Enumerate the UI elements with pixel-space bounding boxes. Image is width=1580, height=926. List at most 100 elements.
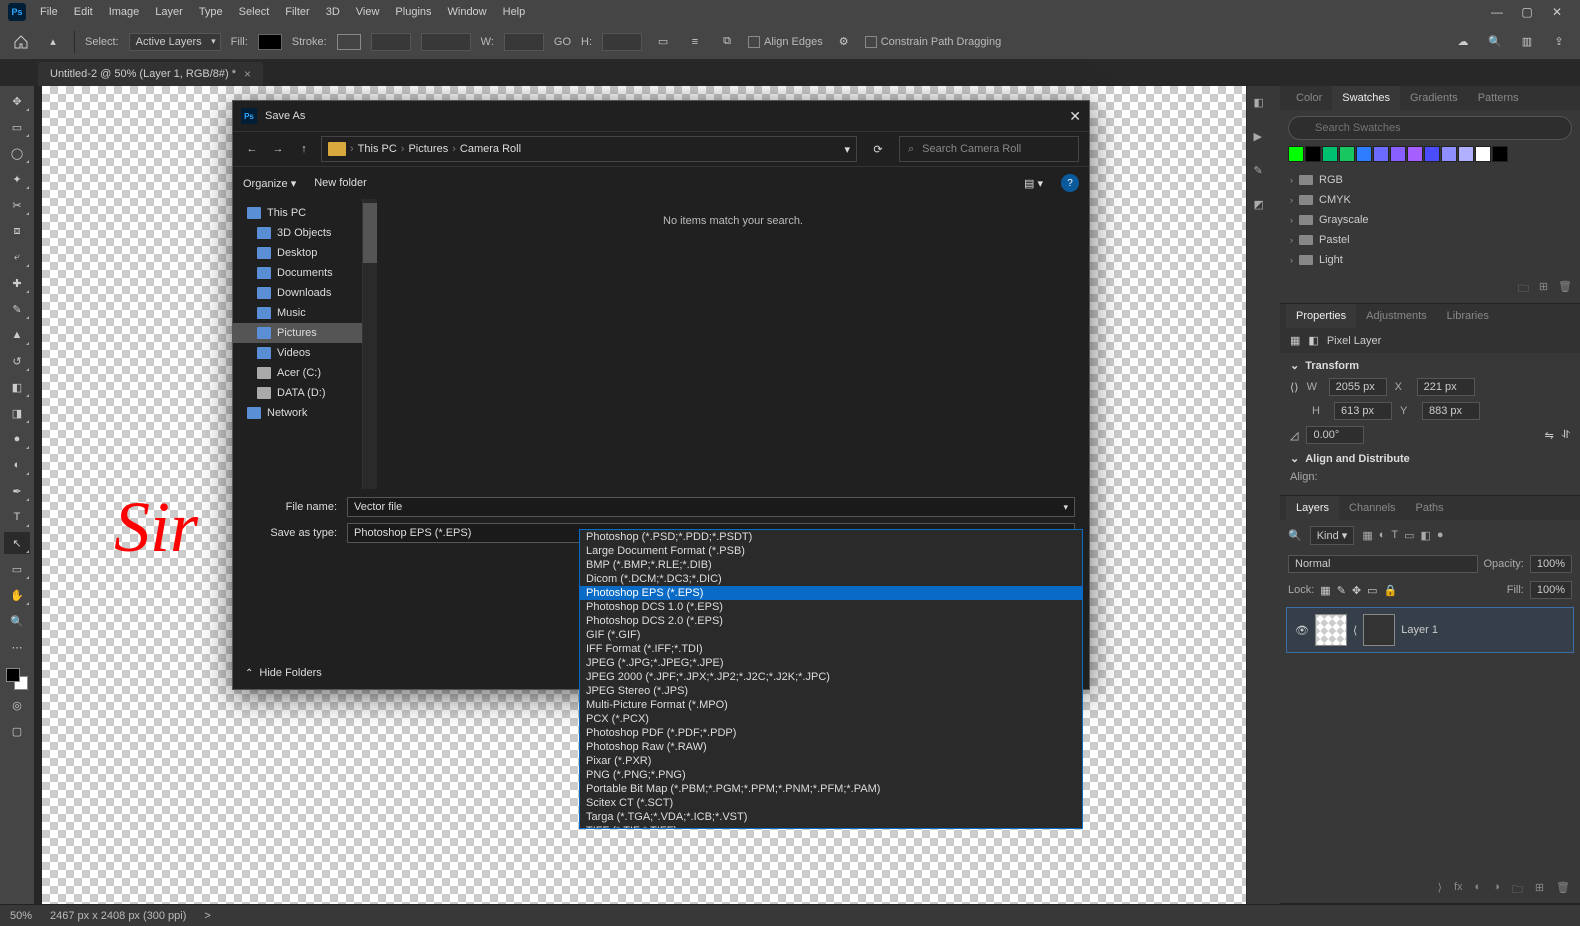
type-option[interactable]: IFF Format (*.IFF;*.TDI) xyxy=(580,642,1082,656)
height-field[interactable] xyxy=(602,33,642,51)
menu-image[interactable]: Image xyxy=(101,2,148,22)
delete-layer-icon[interactable]: 🗑 xyxy=(1556,881,1570,900)
type-option[interactable]: Pixar (*.PXR) xyxy=(580,754,1082,768)
type-option[interactable]: GIF (*.GIF) xyxy=(580,628,1082,642)
flip-v-icon[interactable]: ⥯ xyxy=(1562,429,1570,442)
screenmode-tool[interactable]: ▢ xyxy=(4,720,30,742)
shape-tool[interactable]: ▭ xyxy=(4,558,30,580)
lock-nest-icon[interactable]: ▭ xyxy=(1367,584,1377,597)
swatch-color[interactable] xyxy=(1424,146,1440,162)
swatch-color[interactable] xyxy=(1458,146,1474,162)
healing-tool[interactable]: ✚ xyxy=(4,272,30,294)
arrow-tool-icon[interactable]: ▴ xyxy=(42,31,64,53)
prop-tab-properties[interactable]: Properties xyxy=(1286,304,1356,328)
align-edges-check[interactable]: Align Edges xyxy=(748,36,823,48)
crumb-0[interactable]: This PC xyxy=(358,143,397,155)
menu-plugins[interactable]: Plugins xyxy=(387,2,439,22)
constrain-check[interactable]: Constrain Path Dragging xyxy=(865,36,1001,48)
y-field[interactable]: 883 px xyxy=(1422,402,1480,420)
prop-tab-adjustments[interactable]: Adjustments xyxy=(1356,304,1437,328)
menu-window[interactable]: Window xyxy=(440,2,495,22)
pen-tool[interactable]: ✒ xyxy=(4,480,30,502)
path-ops-icon[interactable]: ▭ xyxy=(652,31,674,53)
swatch-tab-swatches[interactable]: Swatches xyxy=(1332,86,1400,110)
angle-field[interactable]: 0.00° xyxy=(1306,426,1364,444)
height-field[interactable]: 613 px xyxy=(1334,402,1392,420)
align-icon[interactable]: ≡ xyxy=(684,31,706,53)
type-option[interactable]: Photoshop Raw (*.RAW) xyxy=(580,740,1082,754)
tree-item-network[interactable]: Network xyxy=(233,403,362,423)
width-field[interactable] xyxy=(504,33,544,51)
swatch-color[interactable] xyxy=(1390,146,1406,162)
align-section[interactable]: ⌄Align and Distribute xyxy=(1290,452,1570,465)
type-option[interactable]: BMP (*.BMP;*.RLE;*.DIB) xyxy=(580,558,1082,572)
swatch-tab-color[interactable]: Color xyxy=(1286,86,1332,110)
folder-new-icon[interactable]: 🗀 xyxy=(1518,280,1529,299)
flip-h-icon[interactable]: ⇋ xyxy=(1545,429,1554,442)
fill-field[interactable]: 100% xyxy=(1530,581,1572,599)
swatch-folder-grayscale[interactable]: ›Grayscale xyxy=(1288,210,1572,230)
brush-tool[interactable]: ✎ xyxy=(4,298,30,320)
swatch-color[interactable] xyxy=(1373,146,1389,162)
zoom-tool[interactable]: 🔍 xyxy=(4,610,30,632)
workspace-icon[interactable]: ▥ xyxy=(1516,31,1538,53)
cloud-user-icon[interactable]: ☁ xyxy=(1452,31,1474,53)
share-icon[interactable]: ⇪ xyxy=(1548,31,1570,53)
up-button[interactable]: ↑ xyxy=(295,143,313,155)
tree-scrollbar[interactable] xyxy=(363,199,377,489)
refresh-button[interactable]: ⟳ xyxy=(865,143,891,156)
clone-tool[interactable]: ▲ xyxy=(4,324,30,346)
type-option[interactable]: JPEG (*.JPG;*.JPEG;*.JPE) xyxy=(580,656,1082,670)
fg-bg-color[interactable] xyxy=(6,668,28,690)
hide-folders-toggle[interactable]: ⌃ Hide Folders xyxy=(245,667,322,679)
lock-pos-icon[interactable]: ✥ xyxy=(1352,584,1361,597)
type-option[interactable]: Photoshop (*.PSD;*.PDD;*.PSDT) xyxy=(580,530,1082,544)
history-brush-tool[interactable]: ↺ xyxy=(4,350,30,372)
wand-tool[interactable]: ✦ xyxy=(4,168,30,190)
type-option[interactable]: Dicom (*.DCM;*.DC3;*.DIC) xyxy=(580,572,1082,586)
menu-layer[interactable]: Layer xyxy=(147,2,191,22)
stroke-style-field[interactable] xyxy=(421,33,471,51)
width-field[interactable]: 2055 px xyxy=(1329,378,1387,396)
organize-button[interactable]: Organize ▾ xyxy=(243,177,296,190)
type-option[interactable]: Large Document Format (*.PSB) xyxy=(580,544,1082,558)
close-tab-icon[interactable]: × xyxy=(244,67,251,81)
help-button[interactable]: ? xyxy=(1061,174,1079,192)
maximize-button[interactable]: ▢ xyxy=(1512,5,1542,19)
menu-help[interactable]: Help xyxy=(495,2,534,22)
type-option[interactable]: Photoshop DCS 2.0 (*.EPS) xyxy=(580,614,1082,628)
new-swatch-icon[interactable]: ⊞ xyxy=(1539,280,1548,299)
swatch-color[interactable] xyxy=(1441,146,1457,162)
visibility-icon[interactable]: 👁 xyxy=(1295,624,1309,637)
quickmask-tool[interactable]: ◎ xyxy=(4,694,30,716)
edit-toolbar[interactable]: ⋯ xyxy=(4,636,30,658)
type-option[interactable]: PCX (*.PCX) xyxy=(580,712,1082,726)
file-name-input[interactable]: Vector file▾ xyxy=(347,497,1075,517)
layer-item[interactable]: 👁 ⟨ Layer 1 xyxy=(1286,607,1574,653)
tree-item-music[interactable]: Music xyxy=(233,303,362,323)
adj-layer-icon[interactable]: ◑ xyxy=(1493,881,1500,900)
menu-filter[interactable]: Filter xyxy=(277,2,317,22)
gradient-tool[interactable]: ◨ xyxy=(4,402,30,424)
status-chevron[interactable]: > xyxy=(204,910,210,922)
eraser-tool[interactable]: ◧ xyxy=(4,376,30,398)
group-icon[interactable]: 🗀 xyxy=(1512,881,1523,900)
hand-tool[interactable]: ✋ xyxy=(4,584,30,606)
crop-tool[interactable]: ✂ xyxy=(4,194,30,216)
link-layers-icon[interactable]: ⟩ xyxy=(1438,881,1442,900)
type-option[interactable]: PNG (*.PNG;*.PNG) xyxy=(580,768,1082,782)
dialog-titlebar[interactable]: Ps Save As ✕ xyxy=(233,101,1089,131)
crumb-2[interactable]: Camera Roll xyxy=(460,143,521,155)
crumb-1[interactable]: Pictures xyxy=(408,143,448,155)
play-icon[interactable]: ▶ xyxy=(1254,130,1274,150)
hist-icon[interactable]: ◧ xyxy=(1254,96,1274,116)
fill-swatch[interactable] xyxy=(258,34,282,50)
swatch-search-input[interactable] xyxy=(1288,116,1572,140)
layer-tab-paths[interactable]: Paths xyxy=(1406,496,1454,520)
menu-select[interactable]: Select xyxy=(231,2,278,22)
menu-view[interactable]: View xyxy=(348,2,388,22)
stroke-swatch[interactable] xyxy=(337,34,361,50)
close-dialog-button[interactable]: ✕ xyxy=(1069,108,1081,125)
swatch-color[interactable] xyxy=(1475,146,1491,162)
swatch-color[interactable] xyxy=(1407,146,1423,162)
